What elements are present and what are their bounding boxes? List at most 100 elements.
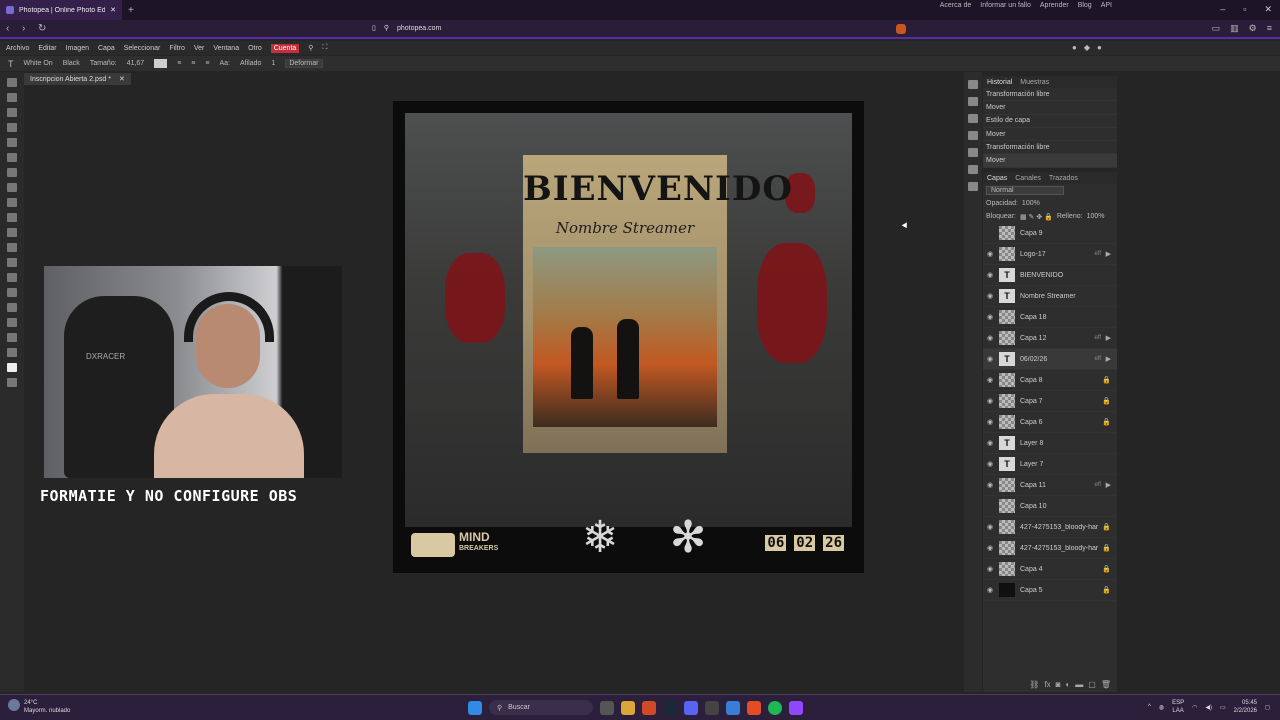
move-tool-icon[interactable] [7, 78, 17, 87]
type-tool-side-icon[interactable] [7, 273, 17, 282]
menu-ver[interactable]: Ver [194, 45, 205, 52]
magic-wand-tool-icon[interactable] [7, 123, 17, 132]
language-indicator[interactable]: ESP LAA [1172, 699, 1184, 715]
color-swatches-icon[interactable] [7, 363, 17, 372]
css-icon[interactable] [968, 165, 978, 174]
align-center-icon[interactable]: ≡ [191, 60, 195, 67]
type-tool-icon[interactable]: T [8, 59, 14, 69]
fullscreen-icon[interactable]: ⛶ [322, 44, 327, 52]
menu-icon[interactable]: ≡ [1267, 23, 1272, 34]
file-explorer-icon[interactable] [621, 700, 635, 715]
task-view-icon[interactable] [600, 700, 614, 715]
layer-row[interactable]: ◉ 427-4275153_bloody-har 🔒 [983, 538, 1117, 559]
layer-effects-icon[interactable]: eff [1094, 356, 1101, 362]
history-item[interactable]: Mover [983, 128, 1117, 142]
warp-text-button[interactable]: Deformar [285, 59, 323, 68]
close-tab-icon[interactable]: ✕ [110, 6, 116, 14]
obs-icon[interactable] [747, 700, 761, 715]
properties-icon[interactable] [968, 97, 978, 106]
adjustment-icon[interactable]: ◐ [1065, 680, 1070, 692]
add-mask-icon[interactable]: ◙ [1056, 680, 1061, 692]
align-left-icon[interactable]: ≡ [177, 60, 181, 67]
tab-canales[interactable]: Canales [1015, 175, 1041, 182]
spotify-icon[interactable] [768, 700, 782, 715]
eye-icon[interactable]: ◉ [983, 481, 997, 489]
layer-row[interactable]: Capa 10 [983, 496, 1117, 517]
layer-row[interactable]: ◉ T Layer 7 [983, 454, 1117, 475]
font-style-select[interactable]: Black [63, 60, 80, 67]
layer-row[interactable]: ◉ Capa 12 eff ▶ [983, 328, 1117, 349]
menu-capa[interactable]: Capa [98, 45, 115, 52]
menu-editar[interactable]: Editar [38, 45, 56, 52]
eye-icon[interactable]: ◉ [983, 271, 997, 279]
layer-row[interactable]: ◉ T Layer 8 [983, 433, 1117, 454]
layer-row[interactable]: ◉ Capa 6 🔒 [983, 412, 1117, 433]
layer-row[interactable]: ◉ Capa 18 [983, 307, 1117, 328]
link-acerca[interactable]: Acerca de [940, 2, 972, 9]
eye-icon[interactable]: ◉ [983, 544, 997, 552]
layer-effects-icon[interactable]: eff [1094, 482, 1101, 488]
text-color-swatch[interactable] [154, 59, 168, 68]
quick-mask-icon[interactable] [7, 378, 17, 387]
opacity-input[interactable]: 100% [1022, 200, 1040, 207]
link-layers-icon[interactable]: ⛓ [1029, 680, 1039, 692]
capture-icon[interactable] [705, 700, 719, 715]
eye-icon[interactable]: ◉ [983, 376, 997, 384]
lock-icons[interactable]: ▦ ✎ ✥ 🔒 [1020, 213, 1053, 221]
minimize-icon[interactable]: – [1220, 4, 1225, 15]
delete-layer-icon[interactable]: 🗑 [1101, 680, 1111, 692]
tab-historial[interactable]: Historial [987, 79, 1012, 86]
layer-row[interactable]: ◉ Capa 4 🔒 [983, 559, 1117, 580]
pen-tool-icon[interactable] [7, 303, 17, 312]
eye-icon[interactable]: ◉ [983, 523, 997, 531]
history-item[interactable]: Transformación libre [983, 141, 1117, 155]
blur-tool-icon[interactable] [7, 243, 17, 252]
layer-row[interactable]: ◉ 427-4275153_bloody-har 🔒 [983, 517, 1117, 538]
layer-row[interactable]: Capa 9 [983, 223, 1117, 244]
reload-icon[interactable]: ↻ [38, 23, 54, 34]
site-info-icon[interactable]: ⚲ [384, 24, 389, 32]
hand-tool-icon[interactable] [7, 333, 17, 342]
facebook-icon[interactable]: ● [1097, 43, 1102, 52]
link-api[interactable]: API [1101, 2, 1112, 9]
path-select-tool-icon[interactable] [7, 288, 17, 297]
bookmark-icon[interactable]: ▯ [372, 24, 376, 32]
document-tab[interactable]: Inscripcion Abierta 2.psd * ✕ [24, 73, 131, 85]
spacing-select[interactable]: 1 [271, 60, 275, 67]
menu-otro[interactable]: Otro [248, 45, 262, 52]
new-layer-icon[interactable]: ▢ [1088, 680, 1096, 692]
eye-icon[interactable]: ◉ [983, 334, 997, 342]
crop-tool-icon[interactable] [7, 138, 17, 147]
link-aprender[interactable]: Aprender [1040, 2, 1069, 9]
back-icon[interactable]: ‹ [6, 23, 22, 34]
wifi-icon[interactable]: ◠ [1192, 704, 1197, 711]
discord-icon[interactable] [684, 700, 698, 715]
windows-start-icon[interactable] [468, 700, 482, 715]
network-icon[interactable]: ◍ [1159, 704, 1164, 711]
expand-effects-icon[interactable]: ▶ [1106, 481, 1111, 489]
menu-archivo[interactable]: Archivo [6, 45, 29, 52]
brush-tool-icon[interactable] [7, 183, 17, 192]
eye-icon[interactable]: ◉ [983, 355, 997, 363]
eye-icon[interactable]: ◉ [983, 292, 997, 300]
history-item[interactable]: Mover [983, 101, 1117, 115]
expand-effects-icon[interactable]: ▶ [1106, 355, 1111, 363]
layer-row[interactable]: ◉ T BIENVENIDO [983, 265, 1117, 286]
menu-ventana[interactable]: Ventana [213, 45, 239, 52]
brush-panel-icon[interactable] [968, 114, 978, 123]
eye-icon[interactable]: ◉ [983, 418, 997, 426]
account-button[interactable]: Cuenta [270, 43, 300, 53]
eye-icon[interactable]: ◉ [983, 460, 997, 468]
forward-icon[interactable]: › [22, 23, 38, 34]
link-informar[interactable]: Informar un fallo [980, 2, 1031, 9]
weather-widget[interactable]: 24°C Mayorm. nublado [8, 699, 70, 715]
marquee-tool-icon[interactable] [7, 93, 17, 102]
maximize-icon[interactable]: ▫ [1243, 4, 1246, 15]
link-blog[interactable]: Blog [1078, 2, 1092, 9]
battery-icon[interactable]: ▭ [1220, 704, 1226, 711]
fill-input[interactable]: 100% [1087, 213, 1105, 220]
healing-tool-icon[interactable] [7, 168, 17, 177]
sidebar-icon[interactable]: ▥ [1230, 23, 1239, 34]
menu-imagen[interactable]: Imagen [66, 45, 89, 52]
steam-icon[interactable] [663, 700, 677, 715]
